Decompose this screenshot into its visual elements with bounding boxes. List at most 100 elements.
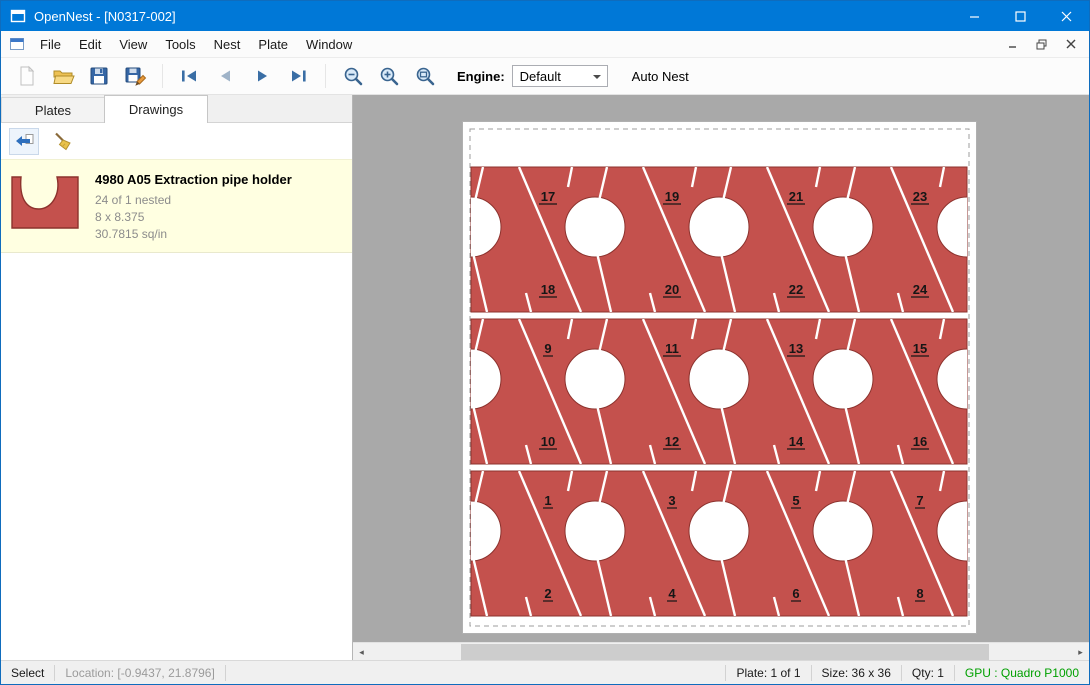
part-circle-cutout [565, 501, 625, 561]
mdi-minimize-icon [1008, 39, 1018, 49]
status-gpu: GPU : Quadro P1000 [955, 666, 1089, 680]
drawing-size: 8 x 8.375 [95, 209, 292, 226]
status-mode: Select [1, 666, 54, 680]
mdi-restore-button[interactable] [1028, 34, 1055, 55]
part-number-label[interactable]: 9 [544, 341, 551, 356]
status-location: Location: [-0.9437, 21.8796] [55, 666, 224, 680]
part-circle-cutout [565, 197, 625, 257]
new-button[interactable] [9, 61, 45, 91]
nest-row: 9 10 11 12 13 14 15 16 [462, 319, 977, 464]
part-circle-cutout [689, 501, 749, 561]
scroll-left-arrow[interactable]: ◂ [353, 644, 370, 660]
menu-item-tools[interactable]: Tools [156, 32, 204, 57]
drawing-title: 4980 A05 Extraction pipe holder [95, 172, 292, 187]
engine-selected-value: Default [520, 69, 561, 84]
drawing-area: 30.7815 sq/in [95, 226, 292, 243]
title-bar: OpenNest - [N0317-002] [1, 1, 1089, 31]
menu-item-nest[interactable]: Nest [205, 32, 250, 57]
app-window: OpenNest - [N0317-002] File Edit View To… [0, 0, 1090, 685]
part-number-label[interactable]: 16 [913, 434, 927, 449]
scroll-right-arrow[interactable]: ▸ [1072, 644, 1089, 660]
part-number-label[interactable]: 23 [913, 189, 927, 204]
part-number-label[interactable]: 15 [913, 341, 927, 356]
nav-previous-button[interactable] [208, 61, 244, 91]
save-button[interactable] [81, 61, 117, 91]
horizontal-scrollbar[interactable]: ◂ ▸ [353, 642, 1089, 660]
tab-plates[interactable]: Plates [1, 97, 105, 122]
menu-item-window[interactable]: Window [297, 32, 361, 57]
sidebar-panel: Plates Drawings [1, 95, 353, 660]
part-number-label[interactable]: 17 [541, 189, 555, 204]
part-number-label[interactable]: 3 [668, 493, 675, 508]
main-area: Plates Drawings [1, 95, 1089, 660]
chevron-down-icon [593, 75, 601, 79]
part-number-label[interactable]: 12 [665, 434, 679, 449]
mdi-close-button[interactable] [1057, 34, 1084, 55]
menu-item-plate[interactable]: Plate [249, 32, 297, 57]
mdi-restore-icon [1036, 39, 1047, 50]
drawing-list-item[interactable]: 4980 A05 Extraction pipe holder 24 of 1 … [1, 159, 352, 253]
clean-button[interactable] [48, 128, 78, 155]
save-as-pencil-icon [124, 65, 147, 87]
engine-select[interactable]: Default [512, 65, 608, 87]
part-number-label[interactable]: 24 [913, 282, 928, 297]
nest-canvas[interactable]: 171819202122232491011121314151612345678 … [353, 95, 1089, 660]
app-icon [10, 8, 26, 24]
part-number-label[interactable]: 18 [541, 282, 555, 297]
minimize-button[interactable] [951, 1, 997, 31]
part-number-label[interactable]: 1 [544, 493, 551, 508]
return-to-plates-button[interactable] [9, 128, 39, 155]
status-size: Size: 36 x 36 [812, 666, 901, 680]
menu-item-view[interactable]: View [110, 32, 156, 57]
menu-bar: File Edit View Tools Nest Plate Window [1, 31, 1089, 58]
save-as-button[interactable] [117, 61, 153, 91]
maximize-icon [1015, 11, 1026, 22]
part-number-label[interactable]: 8 [916, 586, 923, 601]
part-number-label[interactable]: 22 [789, 282, 803, 297]
save-floppy-icon [88, 65, 110, 87]
close-icon [1061, 11, 1072, 22]
tab-drawings[interactable]: Drawings [104, 95, 208, 123]
part-number-label[interactable]: 11 [665, 341, 679, 356]
open-button[interactable] [45, 61, 81, 91]
part-number-label[interactable]: 20 [665, 282, 679, 297]
close-button[interactable] [1043, 1, 1089, 31]
drawings-toolbar [1, 123, 352, 159]
zoom-out-button[interactable] [335, 61, 371, 91]
menu-item-edit[interactable]: Edit [70, 32, 110, 57]
plate-sheet: 171819202122232491011121314151612345678 [462, 121, 977, 634]
nest-row: 1 2 3 4 5 6 7 8 [462, 471, 977, 616]
plate-svg[interactable]: 171819202122232491011121314151612345678 [462, 121, 977, 634]
auto-nest-button[interactable]: Auto Nest [624, 64, 697, 89]
part-thumbnail [9, 169, 81, 236]
open-folder-icon [52, 65, 75, 87]
mdi-minimize-button[interactable] [999, 34, 1026, 55]
part-number-label[interactable]: 10 [541, 434, 555, 449]
zoom-in-button[interactable] [371, 61, 407, 91]
drawing-nested-count: 24 of 1 nested [95, 192, 292, 209]
nav-last-button[interactable] [280, 61, 316, 91]
part-number-label[interactable]: 4 [668, 586, 676, 601]
nav-next-button[interactable] [244, 61, 280, 91]
broom-icon [53, 131, 73, 151]
part-number-label[interactable]: 13 [789, 341, 803, 356]
zoom-fit-button[interactable] [407, 61, 443, 91]
nav-first-button[interactable] [172, 61, 208, 91]
part-number-label[interactable]: 6 [792, 586, 799, 601]
drawing-list-empty-area [1, 253, 352, 660]
zoom-out-icon [343, 66, 364, 87]
part-number-label[interactable]: 14 [789, 434, 804, 449]
document-icon [9, 36, 25, 52]
sidebar-tabs: Plates Drawings [1, 95, 352, 123]
part-number-label[interactable]: 7 [916, 493, 923, 508]
part-number-label[interactable]: 2 [544, 586, 551, 601]
part-circle-cutout [565, 349, 625, 409]
part-number-label[interactable]: 5 [792, 493, 799, 508]
part-number-label[interactable]: 19 [665, 189, 679, 204]
menu-item-file[interactable]: File [31, 32, 70, 57]
maximize-button[interactable] [997, 1, 1043, 31]
part-circle-cutout [689, 349, 749, 409]
scrollbar-thumb[interactable] [461, 644, 989, 660]
part-number-label[interactable]: 21 [789, 189, 803, 204]
status-bar: Select Location: [-0.9437, 21.8796] Plat… [1, 660, 1089, 684]
